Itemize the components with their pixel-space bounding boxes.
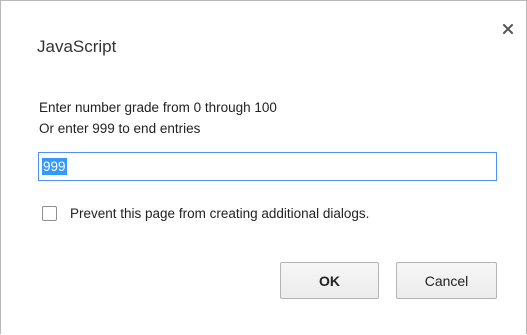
prevent-dialogs-checkbox[interactable] bbox=[42, 205, 57, 221]
prevent-dialogs-label[interactable]: Prevent this page from creating addition… bbox=[70, 206, 369, 221]
prompt-input-value: 999 bbox=[42, 158, 67, 175]
message-line: Enter number grade from 0 through 100 bbox=[39, 100, 277, 115]
ok-button[interactable]: OK bbox=[280, 262, 379, 299]
cancel-button[interactable]: Cancel bbox=[396, 262, 497, 299]
prompt-input[interactable]: 999 bbox=[38, 152, 497, 181]
close-icon bbox=[503, 24, 513, 34]
prevent-dialogs-option[interactable]: Prevent this page from creating addition… bbox=[42, 204, 369, 222]
dialog-title: JavaScript bbox=[37, 37, 117, 56]
dialog-message: Enter number grade from 0 through 100 Or… bbox=[39, 97, 277, 139]
close-button[interactable] bbox=[498, 19, 518, 39]
message-line: Or enter 999 to end entries bbox=[39, 121, 201, 136]
javascript-dialog: JavaScript Enter number grade from 0 thr… bbox=[0, 0, 527, 334]
